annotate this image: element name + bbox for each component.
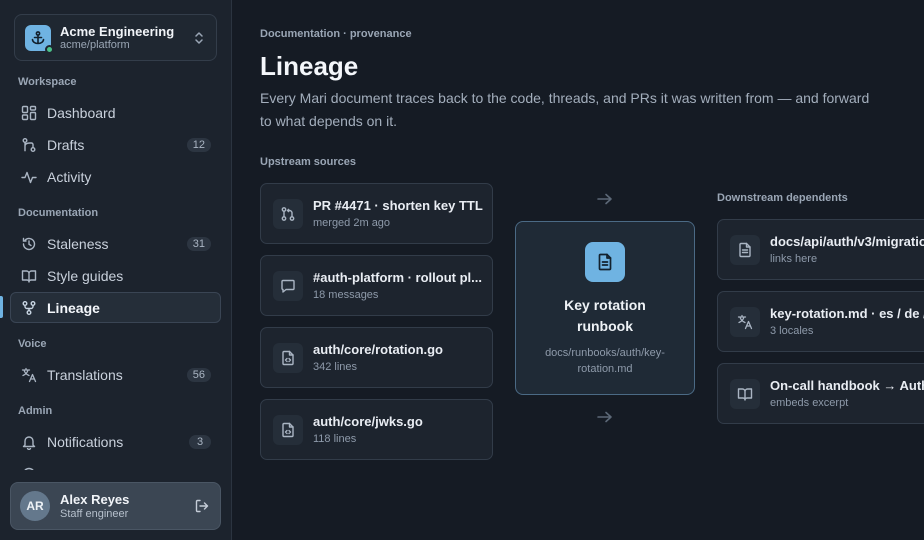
- user-name: Alex Reyes: [60, 491, 130, 507]
- sidebar-item-label: Style guides: [47, 267, 124, 284]
- card-subtitle: 342 lines: [313, 360, 358, 373]
- dashboard-icon: [20, 104, 38, 122]
- upstream-heading: Upstream sources: [260, 156, 356, 168]
- card-title: auth/core/rotation.go: [313, 341, 443, 357]
- user-menu[interactable]: AR Alex Reyes Staff engineer: [10, 482, 221, 530]
- count-badge: 3: [189, 434, 211, 449]
- sidebar-item-label: Drafts: [47, 136, 85, 153]
- upstream-card-thread[interactable]: #auth-platform · rollout pl... 18 messag…: [260, 255, 493, 316]
- branch-icon: [20, 136, 38, 154]
- count-badge: 31: [186, 236, 211, 251]
- sidebar-item-settings-partial[interactable]: [10, 458, 221, 470]
- card-title: auth/core/jwks.go: [313, 413, 423, 429]
- downstream-card-locales[interactable]: key-rotation.md · es / de / 3 locales: [717, 291, 924, 352]
- card-title: PR #4471 · shorten key TTL: [313, 197, 483, 213]
- chat-icon: [273, 270, 303, 301]
- document-icon: [585, 242, 625, 282]
- user-role: Staff engineer: [60, 507, 129, 520]
- arrow-right-icon: [596, 410, 614, 424]
- upstream-card-jwks-go[interactable]: auth/core/jwks.go 118 lines: [260, 399, 493, 460]
- count-badge: 12: [186, 137, 211, 152]
- document-icon: [730, 234, 760, 265]
- pull-request-icon: [273, 198, 303, 229]
- breadcrumb: Documentation · provenance: [260, 28, 412, 40]
- section-label-documentation: Documentation: [18, 207, 99, 219]
- sidebar-item-translations[interactable]: Translations 56: [10, 359, 221, 390]
- sidebar-item-activity[interactable]: Activity: [10, 161, 221, 192]
- history-icon: [20, 235, 38, 253]
- section-label-admin: Admin: [18, 405, 53, 417]
- card-subtitle: 18 messages: [313, 288, 379, 301]
- sidebar-item-label: Activity: [47, 168, 92, 185]
- arrow-right-icon: [596, 192, 614, 206]
- center-document-title: Key rotation runbook: [564, 297, 646, 334]
- page-description: Every Mari document traces back to the c…: [260, 90, 870, 129]
- avatar: AR: [20, 491, 50, 521]
- sidebar-item-style-guides[interactable]: Style guides: [10, 260, 221, 291]
- card-subtitle: embeds excerpt: [770, 396, 849, 409]
- org-switcher[interactable]: Acme Engineering acme/platform: [14, 14, 217, 61]
- sidebar-item-notifications[interactable]: Notifications 3: [10, 426, 221, 457]
- bell-icon: [20, 433, 38, 451]
- org-name: Acme Engineering: [60, 23, 175, 39]
- activity-icon: [20, 168, 38, 186]
- translate-icon: [20, 366, 38, 384]
- lineage-icon: [20, 299, 38, 317]
- sidebar-item-lineage[interactable]: Lineage: [10, 292, 221, 323]
- section-label-voice: Voice: [18, 338, 47, 350]
- sidebar-item-label: Dashboard: [47, 104, 116, 121]
- section-label-workspace: Workspace: [18, 76, 77, 88]
- sidebar-nav[interactable]: Workspace Dashboard Drafts 12 Activity D…: [0, 70, 231, 470]
- online-status-dot: [45, 44, 54, 54]
- card-subtitle: merged 2m ago: [313, 216, 391, 229]
- book-icon: [730, 378, 760, 409]
- page-title: Lineage: [260, 51, 359, 81]
- sidebar-item-staleness[interactable]: Staleness 31: [10, 228, 221, 259]
- sidebar-item-label: Translations: [47, 366, 123, 383]
- card-subtitle: 3 locales: [770, 324, 814, 337]
- book-open-icon: [20, 267, 38, 285]
- upstream-card-pr[interactable]: PR #4471 · shorten key TTL merged 2m ago: [260, 183, 493, 244]
- active-indicator: [0, 296, 3, 318]
- downstream-card-migration[interactable]: docs/api/auth/v3/migration links here: [717, 219, 924, 280]
- card-title: #auth-platform · rollout pl...: [313, 269, 482, 285]
- sidebar-item-drafts[interactable]: Drafts 12: [10, 129, 221, 160]
- main-content: Documentation · provenance Lineage Every…: [232, 0, 924, 540]
- sidebar-item-label: Staleness: [47, 235, 109, 252]
- sidebar-item-label: Notifications: [47, 433, 124, 450]
- translate-icon: [730, 306, 760, 337]
- gear-icon: [20, 465, 38, 470]
- code-file-icon: [273, 414, 303, 445]
- sidebar: Acme Engineering acme/platform Workspace…: [0, 0, 232, 540]
- card-title: On-call handbook → Auth: [770, 377, 924, 393]
- code-file-icon: [273, 342, 303, 373]
- center-document-card[interactable]: Key rotation runbook docs/runbooks/auth/…: [515, 221, 695, 395]
- card-title: key-rotation.md · es / de /: [770, 305, 924, 321]
- card-subtitle: 118 lines: [313, 432, 357, 445]
- logout-icon[interactable]: [193, 497, 211, 515]
- sidebar-item-dashboard[interactable]: Dashboard: [10, 97, 221, 128]
- downstream-card-handbook[interactable]: On-call handbook → Auth embeds excerpt: [717, 363, 924, 424]
- upstream-card-rotation-go[interactable]: auth/core/rotation.go 342 lines: [260, 327, 493, 388]
- sidebar-item-label: Lineage: [47, 299, 100, 316]
- card-subtitle: links here: [770, 252, 818, 265]
- chevron-up-down-icon: [192, 31, 206, 45]
- count-badge: 56: [186, 367, 211, 382]
- downstream-heading: Downstream dependents: [717, 192, 848, 204]
- card-title: docs/api/auth/v3/migration: [770, 233, 924, 249]
- anchor-icon: [25, 24, 54, 54]
- org-slug: acme/platform: [60, 38, 130, 51]
- center-document-path: docs/runbooks/auth/key-rotation.md: [545, 347, 665, 375]
